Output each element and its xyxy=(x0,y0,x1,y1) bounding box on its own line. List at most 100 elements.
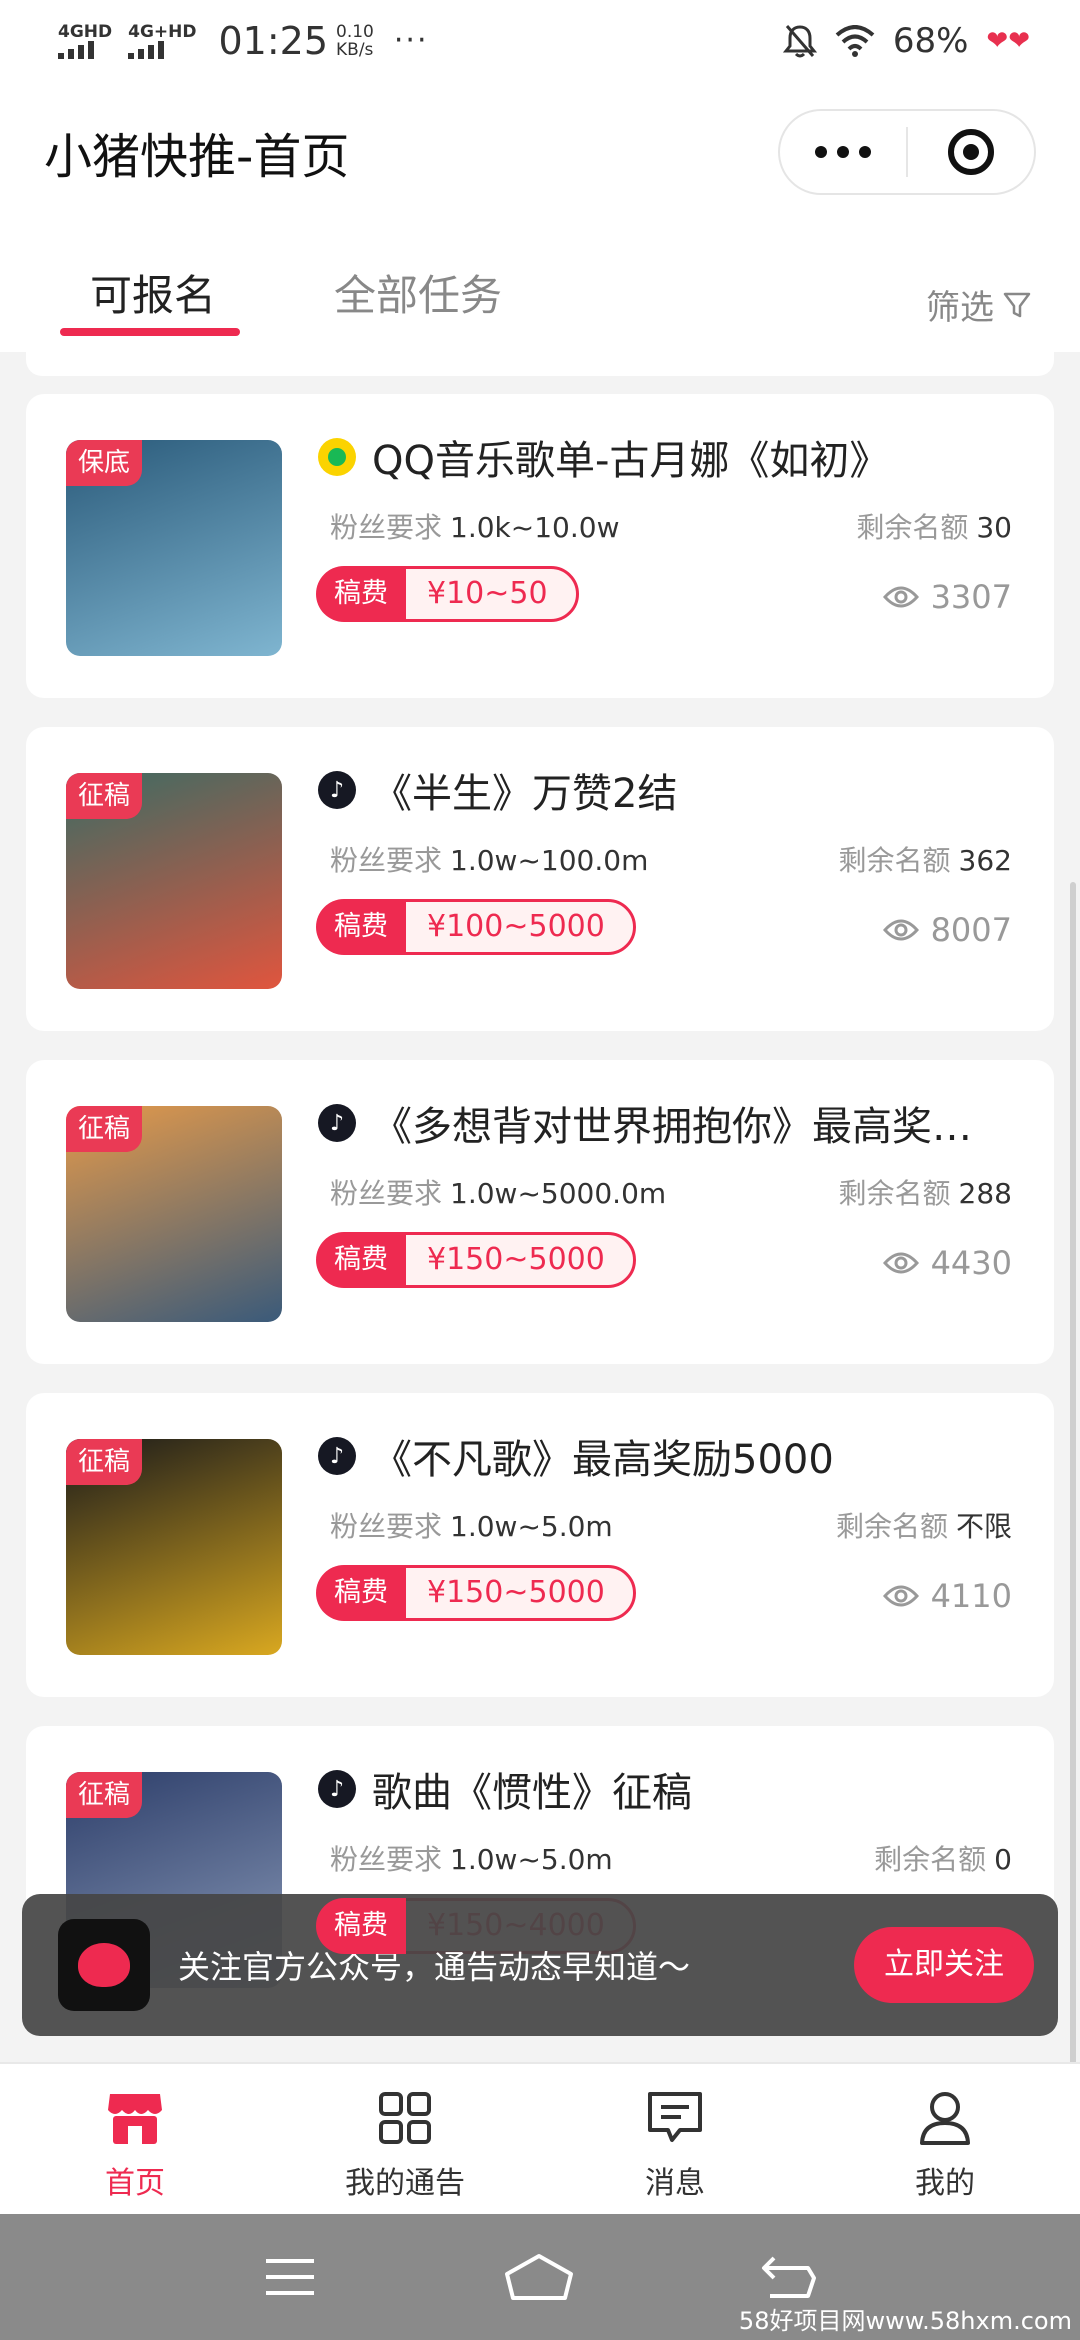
task-title: 《多想背对世界拥抱你》最高奖… xyxy=(372,1104,972,1150)
eye-icon xyxy=(882,1252,919,1274)
fee-value: ¥10~50 xyxy=(388,566,579,622)
fans-requirement-value: 1.0w~5.0m xyxy=(450,1510,613,1543)
remaining-quota-value: 不限 xyxy=(955,1510,1012,1543)
task-list[interactable]: 保底 QQ音乐歌单-古月娜《如初》 粉丝要求 1.0k~10.0w 剩余名额 30 … xyxy=(0,352,1080,2062)
task-card[interactable]: 征稿 ♪ 《半生》万赞2结 粉丝要求 1.0w~100.0m 剩余名额 362 稿费… xyxy=(26,727,1054,1031)
fans-requirement-value: 1.0k~10.0w xyxy=(450,511,620,544)
task-card[interactable]: 征稿 ♪ 《多想背对世界拥抱你》最高奖… 粉丝要求 1.0w~5000.0m 剩余… xyxy=(26,1060,1054,1364)
douyin-icon: ♪ xyxy=(318,1770,356,1808)
fans-requirement-label: 粉丝要求 xyxy=(330,1843,443,1876)
home-icon[interactable] xyxy=(503,2252,575,2302)
more-notifications-icon: ··· xyxy=(393,23,429,58)
wifi-icon xyxy=(835,25,875,57)
fee-label: 稿费 xyxy=(316,1898,406,1954)
remaining-quota-label: 剩余名额 xyxy=(838,1177,951,1210)
nav-item-my-notices[interactable]: 我的通告 xyxy=(270,2064,540,2214)
shop-icon xyxy=(105,2088,165,2148)
view-count: 3307 xyxy=(882,578,1012,616)
view-count: 4110 xyxy=(882,1577,1012,1615)
pig-logo-icon xyxy=(58,1919,150,2011)
tab-bar: 可报名 全部任务 筛选 xyxy=(0,222,1080,352)
fee-range: 稿费 ¥100~5000 xyxy=(316,899,636,955)
remaining-quota-value: 30 xyxy=(976,511,1012,544)
more-button[interactable] xyxy=(780,127,908,177)
battery-level: 68% xyxy=(892,21,969,61)
qq-music-icon xyxy=(318,438,356,476)
tab-available[interactable]: 可报名 xyxy=(90,262,216,323)
task-type-badge: 征稿 xyxy=(66,1772,143,1818)
task-title: 《不凡歌》最高奖励5000 xyxy=(372,1437,834,1483)
remaining-quota-value: 362 xyxy=(958,844,1012,877)
remaining-quota-label: 剩余名额 xyxy=(874,1843,987,1876)
title-bar: 小猪快推-首页 xyxy=(0,82,1080,222)
follow-now-button[interactable]: 立即关注 xyxy=(854,1927,1034,2003)
close-mini-program-button[interactable] xyxy=(908,129,1034,175)
message-icon xyxy=(645,2088,705,2148)
fans-requirement: 粉丝要求 1.0w~5000.0m xyxy=(330,1172,666,1212)
fans-requirement-value: 1.0w~5000.0m xyxy=(450,1177,667,1210)
user-icon xyxy=(915,2088,975,2148)
remaining-quota: 剩余名额 不限 xyxy=(836,1505,1012,1545)
fee-value: ¥150~5000 xyxy=(388,1565,636,1621)
task-title: QQ音乐歌单-古月娜《如初》 xyxy=(372,438,890,484)
follow-account-banner: 关注官方公众号，通告动态早知道～ 立即关注 xyxy=(22,1894,1058,2036)
scrollbar[interactable] xyxy=(1070,882,1076,2062)
task-card[interactable]: 征稿 ♪ 《不凡歌》最高奖励5000 粉丝要求 1.0w~5.0m 剩余名额 不限 … xyxy=(26,1393,1054,1697)
banner-text: 关注官方公众号，通告动态早知道～ xyxy=(178,1948,691,1986)
fans-requirement: 粉丝要求 1.0k~10.0w xyxy=(330,506,619,546)
eye-icon xyxy=(882,919,919,941)
eye-icon xyxy=(882,1585,919,1607)
remaining-quota-value: 288 xyxy=(958,1177,1012,1210)
task-cover-image: 保底 xyxy=(66,440,282,656)
target-icon xyxy=(948,129,994,175)
task-cover-image: 征稿 xyxy=(66,1439,282,1655)
task-type-badge: 保底 xyxy=(66,440,143,486)
dot-icon xyxy=(837,146,849,158)
view-count: 4430 xyxy=(882,1244,1012,1282)
nav-item-mine[interactable]: 我的 xyxy=(810,2064,1080,2214)
filter-button[interactable]: 筛选 xyxy=(926,280,1032,329)
remaining-quota: 剩余名额 362 xyxy=(839,839,1012,879)
nav-label-my-notices: 我的通告 xyxy=(345,2166,465,2201)
remaining-quota: 剩余名额 288 xyxy=(839,1172,1012,1212)
task-card[interactable]: 保底 QQ音乐歌单-古月娜《如初》 粉丝要求 1.0k~10.0w 剩余名额 30 … xyxy=(26,394,1054,698)
remaining-quota: 剩余名额 30 xyxy=(856,506,1012,546)
view-count-value: 4110 xyxy=(930,1577,1012,1615)
network-speed: 0.10 KB/s xyxy=(336,23,374,59)
menu-icon[interactable] xyxy=(262,2255,318,2299)
mute-bell-icon xyxy=(782,25,817,58)
task-title: 《半生》万赞2结 xyxy=(372,771,678,817)
page-title: 小猪快推-首页 xyxy=(44,129,350,185)
view-count-value: 3307 xyxy=(930,578,1012,616)
remaining-quota-label: 剩余名额 xyxy=(856,511,969,544)
task-type-badge: 征稿 xyxy=(66,1106,143,1152)
nav-item-messages[interactable]: 消息 xyxy=(540,2064,810,2214)
remaining-quota-label: 剩余名额 xyxy=(835,1510,948,1543)
eye-icon xyxy=(882,586,919,608)
fee-range: 稿费 ¥10~50 xyxy=(316,566,579,622)
dot-icon xyxy=(859,146,871,158)
speed-unit: KB/s xyxy=(336,40,374,60)
fee-label: 稿费 xyxy=(316,1565,406,1621)
network-type: 4GHD xyxy=(58,21,113,42)
mini-program-capsule xyxy=(778,109,1036,195)
fans-requirement: 粉丝要求 1.0w~100.0m xyxy=(330,839,648,879)
task-type-badge: 征稿 xyxy=(66,1439,143,1485)
bottom-navigation: 首页 我的通告 消息 我的 xyxy=(0,2062,1080,2214)
task-cover-image: 征稿 xyxy=(66,773,282,989)
filter-funnel-icon xyxy=(1003,292,1031,317)
task-type-badge: 征稿 xyxy=(66,773,143,819)
fans-requirement: 粉丝要求 1.0w~5.0m xyxy=(330,1838,613,1878)
view-count: 8007 xyxy=(882,911,1012,949)
network-type-2: 4G+HD xyxy=(128,21,197,42)
battery-heart-icon: ❤❤ xyxy=(986,26,1030,56)
fans-requirement-value: 1.0w~100.0m xyxy=(450,844,649,877)
nav-item-home[interactable]: 首页 xyxy=(0,2064,270,2214)
tab-all-tasks[interactable]: 全部任务 xyxy=(334,262,502,323)
fans-requirement-value: 1.0w~5.0m xyxy=(450,1843,613,1876)
fans-requirement: 粉丝要求 1.0w~5.0m xyxy=(330,1505,613,1545)
clock: 01:25 xyxy=(218,19,329,63)
back-icon[interactable] xyxy=(760,2254,818,2300)
grid-icon xyxy=(375,2088,435,2148)
douyin-icon: ♪ xyxy=(318,1104,356,1142)
